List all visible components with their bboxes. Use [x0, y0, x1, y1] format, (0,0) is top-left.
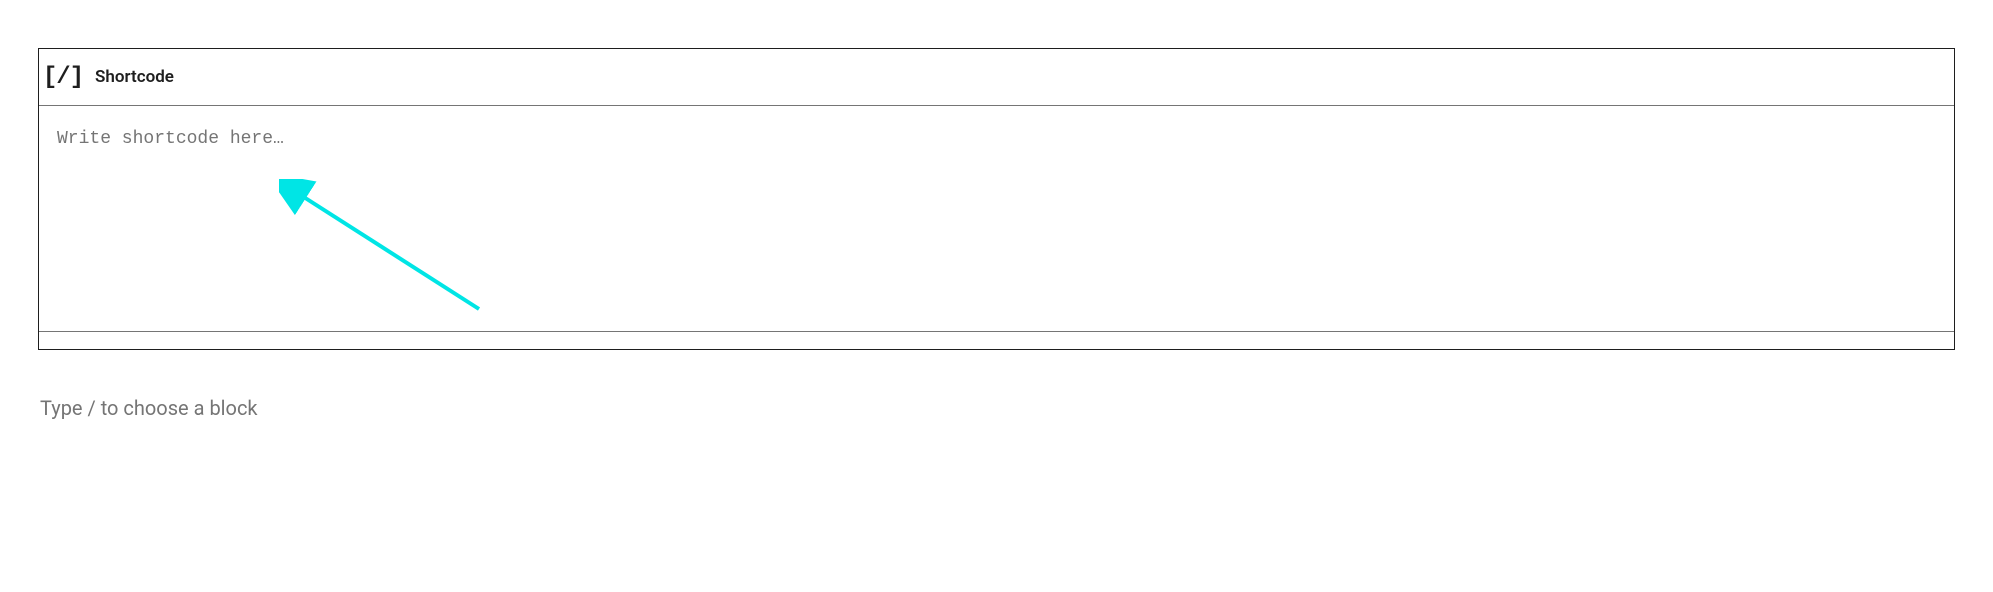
shortcode-icon: [/]: [47, 63, 79, 91]
shortcode-input[interactable]: [57, 129, 1936, 149]
block-header: [/] Shortcode: [39, 49, 1954, 106]
shortcode-block: [/] Shortcode: [38, 48, 1955, 350]
block-body: [39, 106, 1954, 331]
block-footer: [39, 331, 1954, 349]
block-title: Shortcode: [95, 67, 174, 87]
annotation-arrow-icon: [279, 179, 499, 319]
block-prompt[interactable]: Type / to choose a block: [38, 396, 1955, 420]
